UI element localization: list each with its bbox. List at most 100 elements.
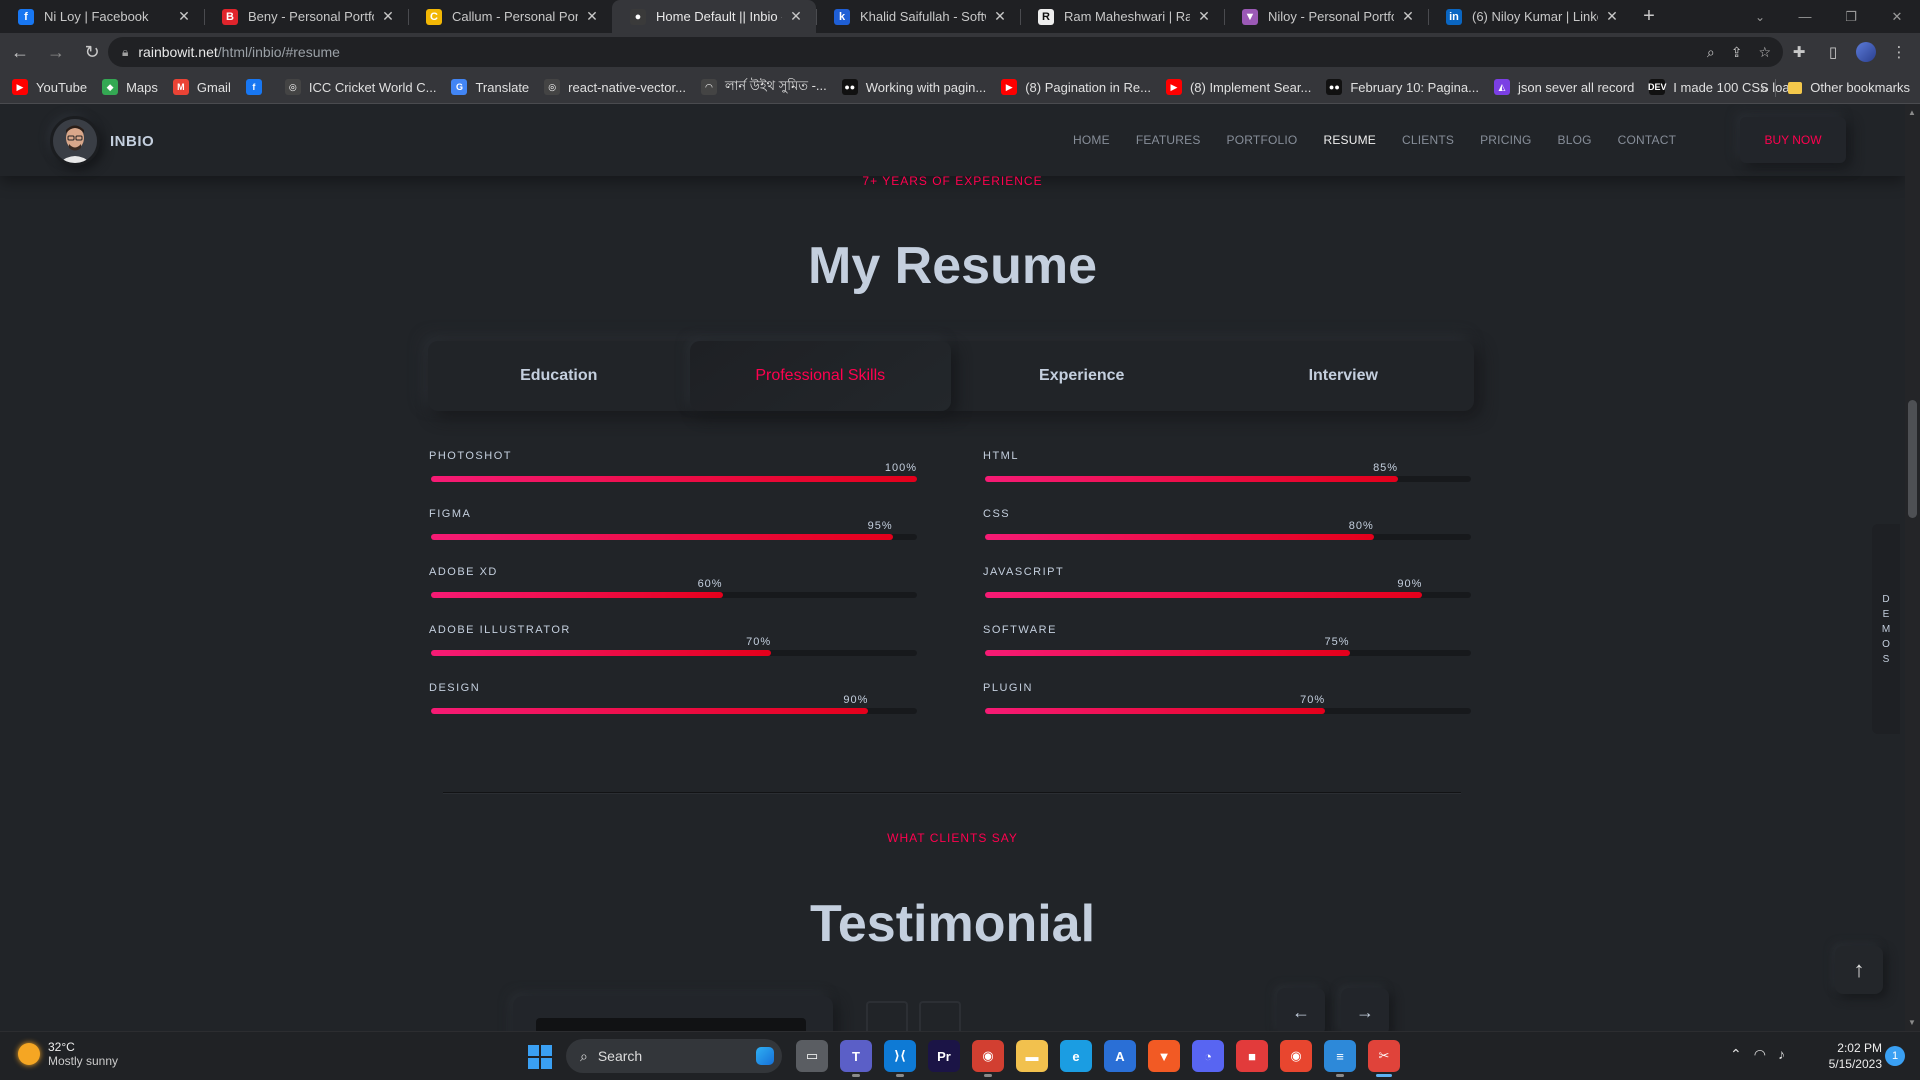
clock[interactable]: 2:02 PM 5/15/2023 <box>1818 1040 1882 1072</box>
nav-portfolio[interactable]: PORTFOLIO <box>1227 133 1298 147</box>
bookmark-item[interactable]: ▶ YouTube <box>12 79 87 95</box>
folder-icon[interactable]: ▬ <box>1016 1040 1048 1072</box>
tab-search-chevron-icon[interactable]: ⌄ <box>1745 0 1775 33</box>
tab-professional-skills[interactable]: Professional Skills <box>689 341 951 411</box>
close-tab-icon[interactable]: ✕ <box>1604 8 1620 25</box>
address-bar[interactable]: 🔒︎ rainbowit.net /html/inbio/#resume ⌕ ⇪… <box>108 37 1783 67</box>
bookmark-item[interactable]: ◭ json sever all record <box>1493 79 1634 95</box>
nav-pricing[interactable]: PRICING <box>1480 133 1531 147</box>
share-icon[interactable]: ⇪ <box>1731 44 1743 61</box>
premiere-icon[interactable]: Pr <box>928 1040 960 1072</box>
browser-tab[interactable]: ▼ Niloy - Personal Portfolio V ✕ <box>1224 0 1428 33</box>
browser-tab[interactable]: ● Home Default || Inbio - Pe ✕ <box>612 0 816 33</box>
bookmark-item[interactable]: ◆ Maps <box>102 79 158 95</box>
bookmark-item[interactable]: ●● February 10: Pagina... <box>1326 79 1479 95</box>
reload-icon[interactable]: ↻ <box>76 36 108 68</box>
bookmark-item[interactable]: ◎ react-native-vector... <box>544 79 686 95</box>
bookmark-item[interactable]: ◠ লার্ন উইথ সুমিত -... <box>700 77 827 98</box>
menu-kebab-icon[interactable]: ⋮ <box>1888 36 1910 68</box>
scrollbar-thumb[interactable] <box>1908 400 1917 518</box>
restore-icon[interactable]: ❐ <box>1828 0 1874 33</box>
discord-icon[interactable]: ◔ <box>1192 1040 1224 1072</box>
bookmark-item[interactable]: ●● Working with pagin... <box>841 79 986 95</box>
browser-tab[interactable]: R Ram Maheshwari | RammC ✕ <box>1020 0 1224 33</box>
skill-bar-fill <box>985 592 1423 598</box>
resume-subtitle: 7+ YEARS OF EXPERIENCE <box>862 174 1043 188</box>
zoom-icon[interactable]: ⌕ <box>1707 44 1715 61</box>
vscode-icon[interactable]: ⟩⟨ <box>884 1040 916 1077</box>
close-window-icon[interactable]: ✕ <box>1874 0 1920 33</box>
recorder-icon[interactable]: ■ <box>1236 1040 1268 1072</box>
close-tab-icon[interactable]: ✕ <box>176 8 192 25</box>
bookmark-item[interactable]: f <box>245 79 270 95</box>
lock-icon[interactable]: 🔒︎ <box>122 45 128 60</box>
edge-icon[interactable]: e <box>1060 1040 1092 1072</box>
skill-percent: 95% <box>867 520 893 532</box>
nav-contact[interactable]: CONTACT <box>1618 133 1677 147</box>
bookmark-item[interactable]: ▶ (8) Pagination in Re... <box>1001 79 1151 95</box>
chrome-icon[interactable]: ◉ <box>972 1040 1004 1077</box>
close-tab-icon[interactable]: ✕ <box>380 8 396 25</box>
nav-clients[interactable]: CLIENTS <box>1402 133 1454 147</box>
weather-widget[interactable]: 32°C Mostly sunny <box>18 1040 118 1068</box>
browser-tab[interactable]: k Khalid Saifullah - Software ✕ <box>816 0 1020 33</box>
bookmark-item[interactable]: ▶ (8) Implement Sear... <box>1165 79 1311 95</box>
bookmark-star-icon[interactable]: ☆ <box>1758 44 1771 61</box>
brave-icon[interactable]: ▼ <box>1148 1040 1180 1072</box>
side-panel-icon[interactable]: ▯ <box>1822 36 1844 68</box>
bookmark-item[interactable]: G Translate <box>451 79 529 95</box>
browser-tab[interactable]: f Ni Loy | Facebook ✕ <box>0 0 204 33</box>
tab-education[interactable]: Education <box>428 341 690 411</box>
scroll-down-arrow-icon[interactable]: ▼ <box>1908 1018 1916 1027</box>
bookmark-item[interactable]: M Gmail <box>172 79 231 95</box>
next-arrow-button[interactable]: → <box>1341 988 1389 1031</box>
bookmark-icon: ▶ <box>1001 79 1018 95</box>
snipping-tool-icon[interactable]: ✂ <box>1368 1040 1400 1077</box>
app-store-icon[interactable]: A <box>1104 1040 1136 1072</box>
demos-side-tab[interactable]: DEMOS <box>1872 524 1900 734</box>
file-explorer-window-icon[interactable]: ▭ <box>796 1040 828 1072</box>
browser-tab[interactable]: C Callum - Personal Portfolio ✕ <box>408 0 612 33</box>
wifi-icon[interactable]: ◠ <box>1754 1046 1766 1063</box>
tray-chevron-icon[interactable]: ⌃ <box>1730 1046 1742 1063</box>
nav-features[interactable]: FEATURES <box>1136 133 1201 147</box>
close-tab-icon[interactable]: ✕ <box>1196 8 1212 25</box>
start-button[interactable] <box>528 1045 552 1069</box>
extensions-icon[interactable]: ✚ <box>1788 36 1810 68</box>
page-scrollbar[interactable]: ▲ ▼ <box>1905 104 1920 1031</box>
volume-icon[interactable]: ♪ <box>1778 1046 1785 1063</box>
other-bookmarks[interactable]: Other bookmarks <box>1775 71 1910 104</box>
scroll-up-arrow-icon[interactable]: ▲ <box>1908 108 1916 117</box>
tab-experience[interactable]: Experience <box>951 341 1213 411</box>
forward-icon[interactable]: → <box>40 36 72 68</box>
site-logo[interactable]: INBIO <box>50 116 154 166</box>
scroll-to-top-button[interactable]: ↑ <box>1835 946 1883 994</box>
browser-tab[interactable]: B Beny - Personal Portfolio R ✕ <box>204 0 408 33</box>
testimonial-thumb[interactable] <box>919 1001 961 1031</box>
testimonial-thumb[interactable] <box>866 1001 908 1031</box>
buy-now-button[interactable]: BUY NOW <box>1740 117 1846 163</box>
teams-icon[interactable]: T <box>840 1040 872 1077</box>
close-tab-icon[interactable]: ✕ <box>992 8 1008 25</box>
close-tab-icon[interactable]: ✕ <box>584 8 600 25</box>
bing-icon[interactable] <box>756 1047 774 1065</box>
minimize-icon[interactable]: — <box>1782 0 1828 33</box>
tab-interview[interactable]: Interview <box>1213 341 1475 411</box>
notification-badge[interactable]: 1 <box>1885 1046 1905 1066</box>
chrome-alt-icon[interactable]: ◉ <box>1280 1040 1312 1072</box>
skill-name: JAVASCRIPT <box>983 566 1065 578</box>
nav-home[interactable]: HOME <box>1073 133 1110 147</box>
close-tab-icon[interactable]: ✕ <box>788 8 804 25</box>
browser-tab[interactable]: in (6) Niloy Kumar | LinkedIn ✕ <box>1428 0 1632 33</box>
bookmarks-overflow-icon[interactable]: » <box>1760 71 1768 104</box>
nav-blog[interactable]: BLOG <box>1558 133 1592 147</box>
back-icon[interactable]: ← <box>4 36 36 68</box>
new-tab-icon[interactable]: + <box>1632 0 1666 33</box>
bookmark-item[interactable]: ◎ ICC Cricket World C... <box>284 79 436 95</box>
profile-avatar[interactable] <box>1856 42 1876 62</box>
close-tab-icon[interactable]: ✕ <box>1400 8 1416 25</box>
prev-arrow-button[interactable]: ← <box>1277 988 1325 1031</box>
notepad-icon[interactable]: ≡ <box>1324 1040 1356 1077</box>
taskbar-search[interactable]: ⌕ Search <box>566 1039 782 1073</box>
nav-resume[interactable]: RESUME <box>1323 133 1376 147</box>
